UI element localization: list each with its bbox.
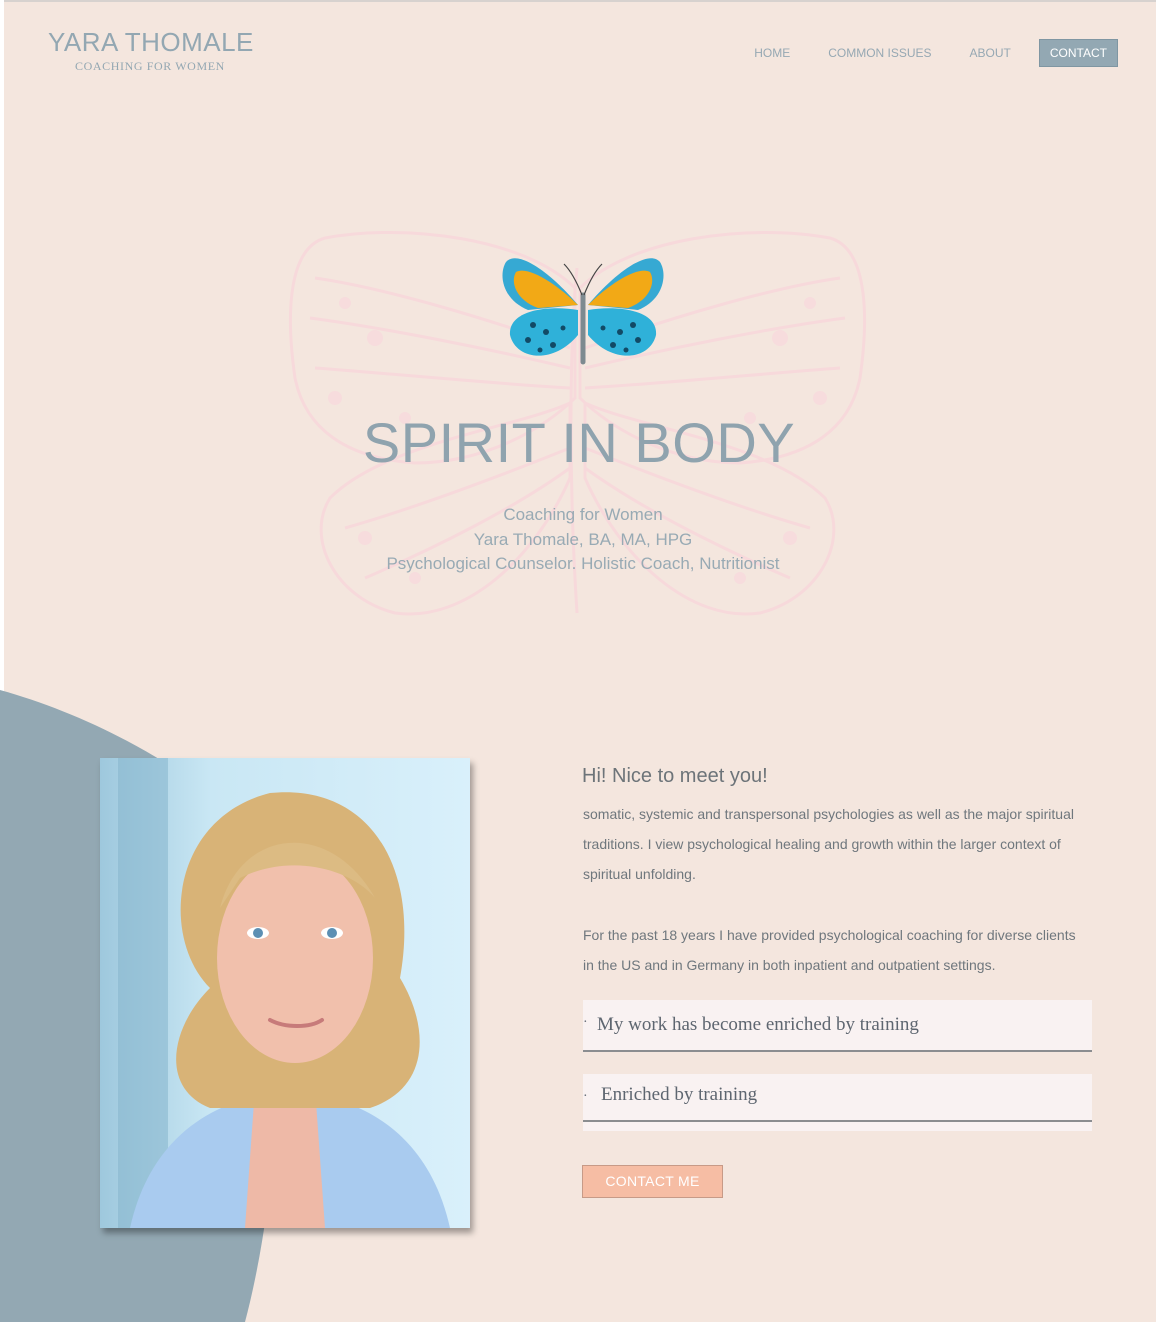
main-nav: HOME COMMON ISSUES ABOUT CONTACT (726, 39, 1118, 67)
bullet-text: Enriched by training (601, 1084, 758, 1105)
hero-subtitle: Coaching for Women Yara Thomale, BA, MA,… (0, 503, 1158, 577)
nav-home[interactable]: HOME (744, 40, 800, 66)
contact-me-button[interactable]: CONTACT ME (582, 1165, 723, 1198)
bullet-item: · My work has become enriched by trainin… (583, 1000, 1092, 1052)
nav-about[interactable]: ABOUT (960, 40, 1021, 66)
bullet-dot: · (583, 1089, 588, 1104)
site-logo-text[interactable]: YARA THOMALE (48, 27, 254, 57)
site-brand[interactable]: YARA THOMALE COACHING FOR WOMEN (48, 27, 254, 74)
site-tagline: COACHING FOR WOMEN (75, 59, 225, 73)
portrait-image (100, 758, 470, 1228)
intro-paragraph: For the past 18 years I have provided ps… (583, 927, 1076, 973)
bullet-item-underlay (583, 1122, 1092, 1131)
nav-common-issues[interactable]: COMMON ISSUES (818, 40, 941, 66)
intro-paragraph: somatic, systemic and transpersonal psyc… (583, 806, 1074, 882)
window-top-border (0, 0, 1158, 2)
bullet-item: · Enriched by training (583, 1074, 1092, 1122)
bullet-text: My work has become enriched by training (597, 1014, 919, 1035)
nav-contact[interactable]: CONTACT (1038, 39, 1118, 67)
bullet-dot: · (583, 1015, 588, 1030)
intro-heading: Hi! Nice to meet you! (582, 765, 768, 787)
portrait-photo (100, 758, 470, 1228)
hero-subtitle-line: Coaching for Women (503, 505, 663, 524)
hero-title: SPIRIT IN BODY (362, 411, 796, 474)
hero-subtitle-line: Psychological Counselor. Holistic Coach,… (386, 554, 780, 573)
hero-subtitle-line: Yara Thomale, BA, MA, HPG (473, 529, 693, 549)
butterfly-illustration-icon (502, 258, 664, 365)
